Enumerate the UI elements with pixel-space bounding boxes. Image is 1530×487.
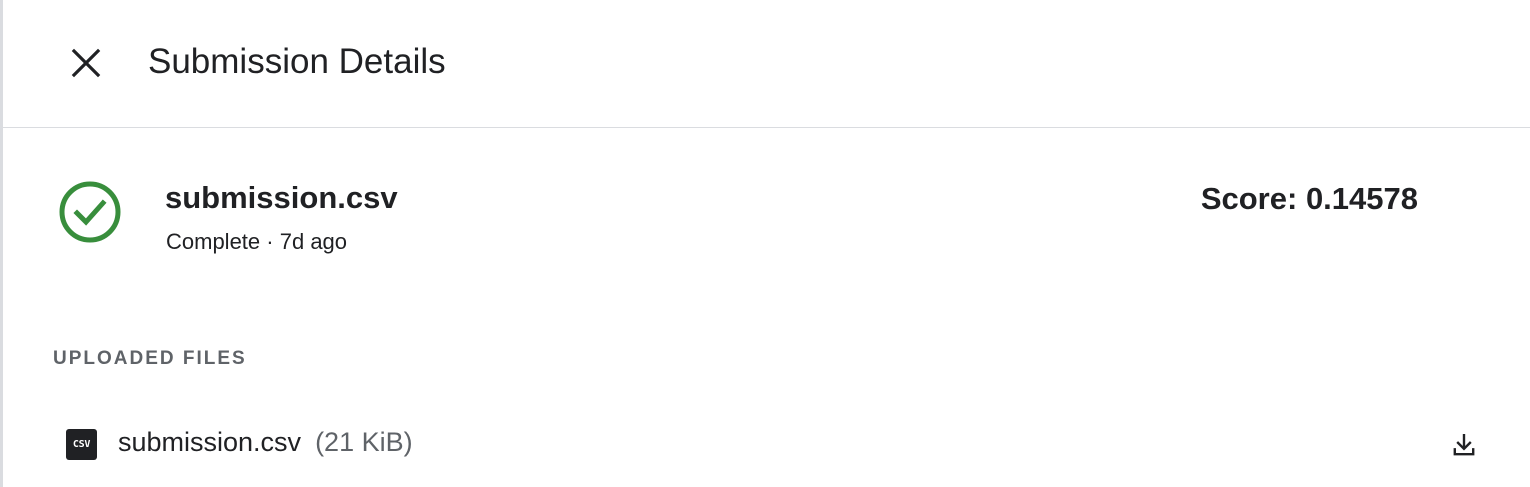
- close-icon: [71, 48, 101, 78]
- submission-status: Complete: [166, 229, 261, 254]
- uploaded-files-heading: UPLOADED FILES: [53, 348, 247, 369]
- close-button[interactable]: [63, 40, 109, 86]
- uploaded-file-size: (21 KiB): [315, 427, 413, 457]
- score-value: 0.14578: [1305, 181, 1418, 216]
- uploaded-file-name: submission.csv: [118, 427, 302, 457]
- download-button[interactable]: [1445, 426, 1483, 464]
- score-label: Score:: [1200, 181, 1298, 216]
- uploaded-file-row: CSV submission.csv (21 KiB): [3, 418, 1530, 470]
- page-title: Submission Details: [148, 42, 446, 81]
- submission-age: 7d ago: [279, 229, 348, 254]
- submission-details-panel: Submission Details submission.csv Comple…: [0, 0, 1530, 487]
- submission-file-name: submission.csv: [165, 180, 398, 215]
- uploaded-file-label: submission.csv (21 KiB): [118, 427, 413, 458]
- csv-file-icon: CSV: [66, 429, 97, 460]
- panel-header: Submission Details: [3, 0, 1530, 128]
- status-separator: ·: [266, 229, 274, 254]
- submission-score: Score: 0.14578: [1201, 181, 1418, 217]
- download-icon: [1453, 434, 1475, 456]
- submission-status-line: Complete · 7d ago: [166, 229, 347, 255]
- check-circle-icon: [59, 181, 121, 243]
